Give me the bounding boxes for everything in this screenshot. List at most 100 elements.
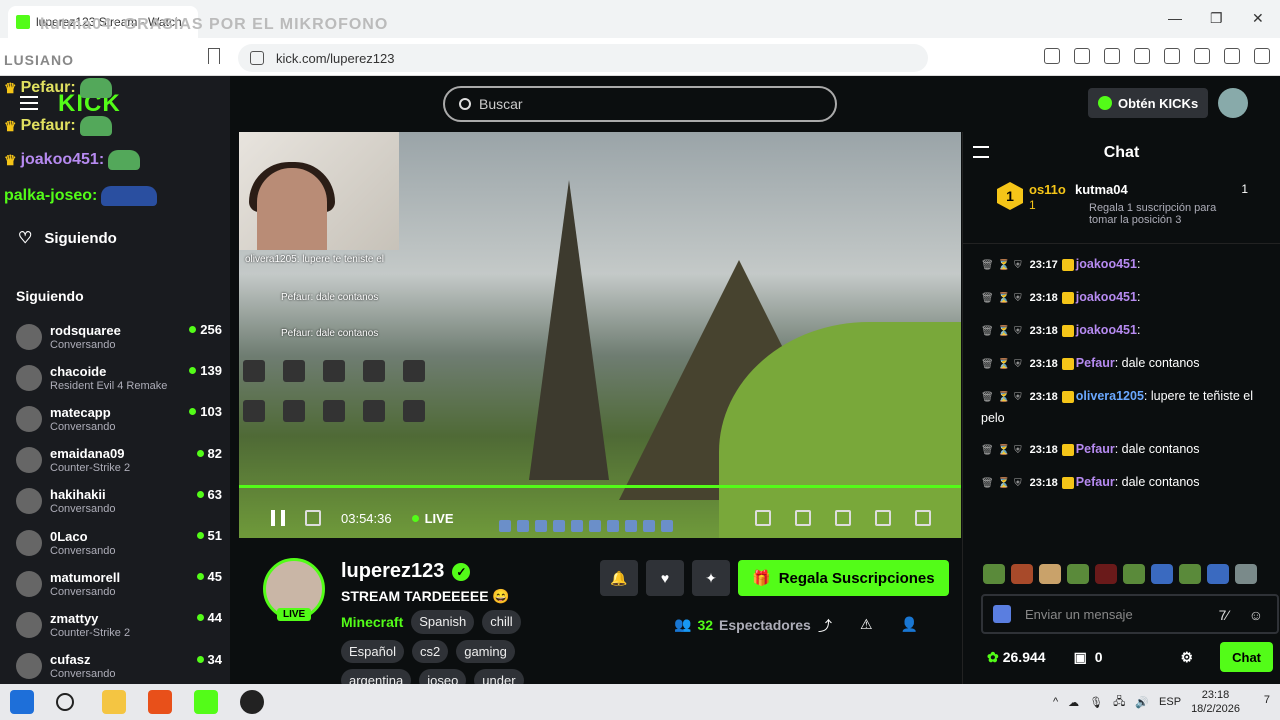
clip-icon[interactable]: [755, 510, 771, 526]
emote-icon[interactable]: [1011, 564, 1033, 584]
following-channel-item[interactable]: zmattyy Counter-Strike 2 44: [16, 604, 224, 645]
ai-icon[interactable]: [1194, 48, 1210, 64]
gift-count[interactable]: ▣ 0: [1074, 649, 1103, 666]
delete-message-icon[interactable]: 🗑: [981, 359, 994, 370]
close-icon[interactable]: ✕: [1252, 10, 1264, 27]
streamer-name[interactable]: luperez123 ✓: [341, 560, 471, 583]
delete-message-icon[interactable]: 🗑: [981, 478, 994, 489]
emote-icon[interactable]: [1151, 564, 1173, 584]
timeout-icon[interactable]: ⏳: [998, 359, 1010, 370]
site-settings-icon[interactable]: [250, 51, 264, 65]
timeout-icon[interactable]: ⏳: [998, 260, 1010, 271]
ban-icon[interactable]: ⛨: [1014, 445, 1022, 456]
leaderboard-user-1[interactable]: os11o: [1029, 182, 1066, 197]
delete-message-icon[interactable]: 🗑: [981, 392, 994, 403]
wallet-icon[interactable]: [1164, 48, 1180, 64]
stream-tag[interactable]: Spanish: [411, 610, 475, 634]
following-channel-item[interactable]: hakihakii Conversando 63: [16, 481, 224, 522]
language-indicator[interactable]: ESP: [1159, 696, 1181, 708]
user-avatar[interactable]: [1218, 88, 1249, 118]
url-field[interactable]: kick.com/luperez123: [238, 44, 928, 72]
delete-message-icon[interactable]: 🗑: [981, 293, 994, 304]
music-icon[interactable]: [1104, 48, 1120, 64]
chat-username[interactable]: olivera1205: [1076, 389, 1144, 403]
delete-message-icon[interactable]: 🗑: [981, 445, 994, 456]
chat-settings-icon[interactable]: ⚙: [1180, 649, 1193, 666]
chat-username[interactable]: Pefaur: [1076, 475, 1115, 489]
search-taskbar-icon[interactable]: [56, 693, 74, 711]
video-progress-bar[interactable]: [239, 485, 961, 488]
timeout-icon[interactable]: ⏳: [998, 326, 1010, 337]
ban-icon[interactable]: ⛨: [1014, 478, 1022, 489]
ban-icon[interactable]: ⛨: [1014, 359, 1022, 370]
delete-message-icon[interactable]: 🗑: [981, 326, 994, 337]
emote-icon[interactable]: [1123, 564, 1145, 584]
pip-icon[interactable]: [835, 510, 851, 526]
sparkle-button[interactable]: ✦: [692, 560, 730, 596]
follow-heart-button[interactable]: ♥: [646, 560, 684, 596]
tray-overflow-icon[interactable]: ^: [1053, 696, 1058, 708]
kick-app-icon[interactable]: [194, 690, 218, 714]
leaderboard-user-2[interactable]: kutma04: [1075, 182, 1128, 197]
settings-icon[interactable]: [915, 510, 931, 526]
onedrive-icon[interactable]: ☁: [1068, 696, 1079, 709]
video-player[interactable]: olivera1205: lupere te teniste el Pefaur…: [239, 132, 961, 538]
ban-icon[interactable]: ⛨: [1014, 260, 1022, 271]
menu-icon[interactable]: [1254, 48, 1270, 64]
sidebar-icon[interactable]: [1134, 48, 1150, 64]
ban-icon[interactable]: ⛨: [1014, 326, 1022, 337]
notification-center-icon[interactable]: 7: [1264, 694, 1270, 706]
stream-tag[interactable]: Español: [341, 640, 404, 663]
following-channel-item[interactable]: chacoide Resident Evil 4 Remake 139: [16, 357, 224, 398]
pause-icon[interactable]: [271, 510, 285, 526]
chat-send-button[interactable]: Chat: [1220, 642, 1273, 672]
delete-message-icon[interactable]: 🗑: [981, 260, 994, 271]
file-explorer-icon[interactable]: [102, 690, 126, 714]
user-add-icon[interactable]: 👤: [901, 616, 918, 636]
timeout-icon[interactable]: ⏳: [998, 445, 1010, 456]
emote-icon[interactable]: [1039, 564, 1061, 584]
following-channel-item[interactable]: cufasz Conversando 34: [16, 646, 224, 687]
hamburger-menu-icon[interactable]: [20, 96, 38, 110]
ban-icon[interactable]: ⛨: [1014, 293, 1022, 304]
collapse-chat-icon[interactable]: [973, 146, 989, 158]
following-channel-item[interactable]: emaidana09 Counter-Strike 2 82: [16, 440, 224, 481]
stream-tag[interactable]: cs2: [411, 640, 449, 663]
maximize-icon[interactable]: ❐: [1210, 10, 1223, 27]
brave-browser-icon[interactable]: [148, 690, 172, 714]
microphone-icon[interactable]: 🎙: [1089, 696, 1103, 709]
kicks-balance[interactable]: ✿ 26.944: [987, 649, 1046, 666]
emote-icon[interactable]: [1235, 564, 1257, 584]
timeout-icon[interactable]: ⏳: [998, 293, 1010, 304]
following-channel-item[interactable]: rodsquaree Conversando 256: [16, 316, 224, 357]
gift-subscriptions-button[interactable]: 🎁 Regala Suscripciones: [738, 560, 949, 596]
ban-icon[interactable]: ⛨: [1014, 392, 1022, 403]
emoji-icon[interactable]: ☺: [1249, 607, 1263, 623]
extension-icon[interactable]: [1044, 48, 1060, 64]
emote-icon[interactable]: [1207, 564, 1229, 584]
chat-username[interactable]: joakoo451: [1076, 290, 1137, 304]
get-kicks-button[interactable]: Obtén KICKs: [1088, 88, 1209, 118]
nav-following[interactable]: ♡ Siguiendo: [18, 228, 117, 248]
share-icon[interactable]: ⤴: [818, 616, 832, 636]
notification-bell-button[interactable]: 🔔: [600, 560, 638, 596]
search-input[interactable]: Buscar: [443, 86, 837, 122]
emote-icon[interactable]: [983, 564, 1005, 584]
vpn-icon[interactable]: [1224, 48, 1240, 64]
bookmark-icon[interactable]: [208, 48, 220, 64]
report-icon[interactable]: ⚠: [860, 616, 873, 636]
chat-username[interactable]: joakoo451: [1076, 323, 1137, 337]
category-link[interactable]: Minecraft: [341, 610, 403, 634]
emote-icon[interactable]: [1095, 564, 1117, 584]
chat-message-input[interactable]: Enviar un mensaje 7⁄ ☺: [981, 594, 1279, 634]
timeout-icon[interactable]: ⏳: [998, 392, 1010, 403]
chat-username[interactable]: Pefaur: [1076, 442, 1115, 456]
following-channel-item[interactable]: matecapp Conversando 103: [16, 398, 224, 439]
chat-username[interactable]: Pefaur: [1076, 356, 1115, 370]
following-channel-item[interactable]: 0Laco Conversando 51: [16, 522, 224, 563]
theater-mode-icon[interactable]: [795, 510, 811, 526]
volume-icon[interactable]: [305, 510, 321, 526]
reader-icon[interactable]: [1074, 48, 1090, 64]
stream-tag[interactable]: gaming: [456, 640, 515, 663]
windows-start-icon[interactable]: [10, 690, 34, 714]
